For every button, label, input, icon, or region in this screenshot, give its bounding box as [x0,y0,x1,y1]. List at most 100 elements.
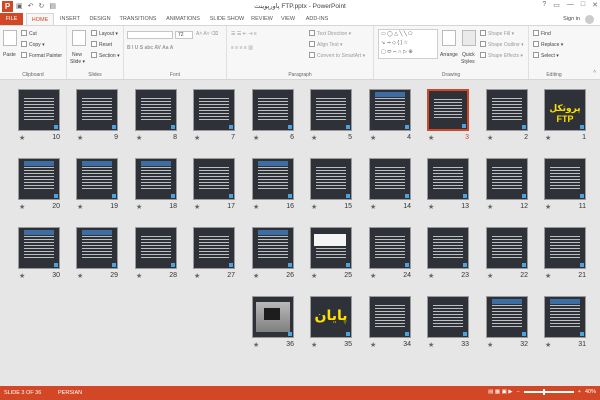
tab-add-ins[interactable]: ADD-INS [302,13,332,25]
transition-star-icon[interactable]: ★ [253,341,259,349]
maximize-icon[interactable]: □ [581,1,585,9]
slide-thumbnail[interactable] [544,227,586,269]
slide-thumbnail[interactable] [486,296,528,338]
view-buttons[interactable]: ▤ ▦ ▣ ▶ [488,389,512,395]
transition-star-icon[interactable]: ★ [428,203,434,211]
transition-star-icon[interactable]: ★ [194,272,200,280]
transition-star-icon[interactable]: ★ [311,203,317,211]
shape-icon[interactable]: ↘ ⇒ ◇ { } ☆ [381,40,408,46]
tab-insert[interactable]: INSERT [57,13,83,25]
slide-thumbnail[interactable] [193,158,235,200]
transition-star-icon[interactable]: ★ [194,203,200,211]
tab-transitions[interactable]: TRANSITIONS [117,13,159,25]
transition-star-icon[interactable]: ★ [370,134,376,142]
transition-star-icon[interactable]: ★ [545,272,551,280]
transition-star-icon[interactable]: ★ [545,134,551,142]
slide-thumbnail[interactable] [252,227,294,269]
transition-star-icon[interactable]: ★ [136,134,142,142]
transition-star-icon[interactable]: ★ [19,134,25,142]
transition-star-icon[interactable]: ★ [428,134,434,142]
convert-smartart-button[interactable]: Convert to SmartArt ▾ [309,52,365,59]
close-icon[interactable]: ✕ [592,1,598,9]
transition-star-icon[interactable]: ★ [311,134,317,142]
slide-thumbnail[interactable] [252,158,294,200]
shape-icon[interactable]: ▢ ⬭ ⌒ ∩ ▷ ⊕ [381,49,413,55]
slide-thumbnail[interactable] [486,89,528,131]
transition-star-icon[interactable]: ★ [370,341,376,349]
quick-styles-button[interactable]: Quick [462,52,475,58]
minimize-icon[interactable]: — [567,1,574,9]
zoom-slider-thumb[interactable] [542,389,545,395]
tab-home[interactable]: HOME [26,13,54,25]
transition-star-icon[interactable]: ★ [370,272,376,280]
replace-button[interactable]: Replace ▾ [533,41,563,48]
transition-star-icon[interactable]: ★ [487,272,493,280]
slide-thumbnail[interactable] [76,89,118,131]
transition-star-icon[interactable]: ★ [136,272,142,280]
new-slide-button-line2[interactable]: Slide ▾ [70,59,85,65]
slide-thumbnail[interactable] [369,296,411,338]
slide-thumbnail[interactable] [193,89,235,131]
quick-styles-icon[interactable] [462,30,476,46]
paste-icon[interactable] [3,30,17,46]
slide-thumbnail[interactable] [135,158,177,200]
paste-button[interactable]: Paste [3,52,16,58]
avatar[interactable] [585,15,594,24]
slide-thumbnail[interactable] [252,296,294,338]
slide-thumbnail[interactable] [544,296,586,338]
ribbon-display-icon[interactable]: ▭ [553,1,560,9]
slide-thumbnail[interactable] [310,227,352,269]
transition-star-icon[interactable]: ★ [428,341,434,349]
shape-icon[interactable]: ▭ ◯ △ ╲ ╲ ⬠ [381,31,412,37]
section-button[interactable]: Section ▾ [91,52,120,59]
list-buttons[interactable]: ☰ ☰ ⇤ ⇥ ≡ [231,31,257,37]
tab-animations[interactable]: ANIMATIONS [163,13,203,25]
cut-button[interactable]: Cut [21,30,37,37]
tab-design[interactable]: DESIGN [86,13,114,25]
shape-effects-button[interactable]: Shape Effects ▾ [480,52,523,59]
transition-star-icon[interactable]: ★ [370,203,376,211]
slide-thumbnail[interactable] [18,158,60,200]
font-format-buttons[interactable]: B I U S abc AV Aa A [127,45,173,51]
format-painter-button[interactable]: Format Painter [21,52,62,59]
slide-thumbnail[interactable] [544,158,586,200]
slide-thumbnail[interactable] [76,158,118,200]
font-family-dropdown[interactable] [127,31,173,39]
slide-thumbnail[interactable] [76,227,118,269]
slide-thumbnail[interactable] [427,158,469,200]
tab-file[interactable]: FILE [0,13,23,25]
transition-star-icon[interactable]: ★ [253,134,259,142]
slide-thumbnail[interactable] [310,89,352,131]
slide-thumbnail[interactable] [252,89,294,131]
transition-star-icon[interactable]: ★ [487,341,493,349]
language-indicator[interactable]: PERSIAN [58,390,82,396]
shape-fill-button[interactable]: Shape Fill ▾ [480,30,514,37]
new-slide-button[interactable]: New [72,52,82,58]
slide-thumbnail[interactable]: پروتکل FTP [544,89,586,131]
transition-star-icon[interactable]: ★ [77,134,83,142]
slide-thumbnail[interactable] [427,89,469,131]
transition-star-icon[interactable]: ★ [487,134,493,142]
find-button[interactable]: Find [533,30,551,37]
slide-thumbnail[interactable]: پایان [310,296,352,338]
zoom-level[interactable]: 40% [585,389,596,395]
slide-thumbnail[interactable] [486,227,528,269]
font-grow-shrink-icon[interactable]: A˄ A˅ ⌫ [196,31,218,37]
transition-star-icon[interactable]: ★ [545,341,551,349]
transition-star-icon[interactable]: ★ [253,203,259,211]
slide-thumbnail[interactable] [369,89,411,131]
slide-thumbnail[interactable] [369,158,411,200]
slide-thumbnail[interactable] [18,89,60,131]
transition-star-icon[interactable]: ★ [19,272,25,280]
new-slide-icon[interactable] [72,30,86,46]
transition-star-icon[interactable]: ★ [77,272,83,280]
slide-thumbnail[interactable] [427,296,469,338]
transition-star-icon[interactable]: ★ [487,203,493,211]
select-button[interactable]: Select ▾ [533,52,559,59]
tab-review[interactable]: REVIEW [250,13,274,25]
slide-thumbnail[interactable] [135,227,177,269]
transition-star-icon[interactable]: ★ [545,203,551,211]
slide-thumbnail[interactable] [193,227,235,269]
help-icon[interactable]: ? [542,1,546,9]
quick-styles-button-line2[interactable]: Styles [461,59,475,65]
